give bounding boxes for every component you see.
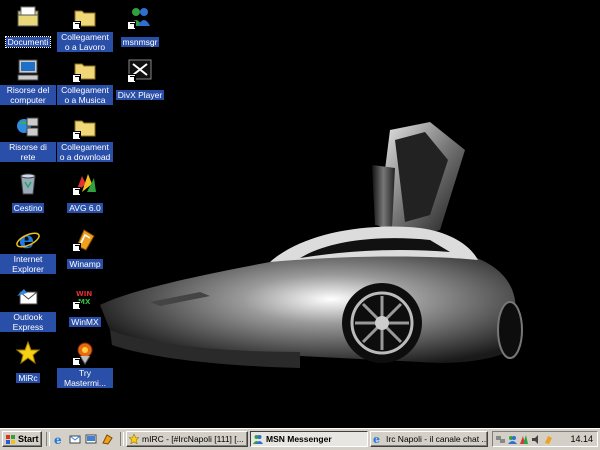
desktop-icon-collegamento-musica[interactable]: Collegamento a Musica bbox=[57, 57, 113, 108]
desktop-icon-label: Internet Explorer bbox=[0, 254, 56, 274]
shortcut-arrow-icon bbox=[72, 187, 81, 196]
desktop-icon-label: AVG 6.0 bbox=[67, 203, 103, 213]
taskbar-button-mirc[interactable]: mIRC - [#IrcNapoli [111] [... bbox=[126, 431, 248, 447]
svg-text:e: e bbox=[54, 433, 62, 445]
internet-explorer-icon: e bbox=[373, 434, 380, 444]
mirc-icon bbox=[129, 434, 139, 444]
task-label: MSN Messenger bbox=[266, 434, 332, 444]
shortcut-arrow-icon bbox=[127, 74, 136, 83]
folder-shortcut-icon bbox=[72, 57, 98, 83]
task-label: mIRC - [#IrcNapoli [111] [... bbox=[142, 434, 244, 444]
taskbar-button-irc-napoli[interactable]: e Irc Napoli - il canale chat ... bbox=[370, 431, 488, 447]
avg-antivirus-icon bbox=[72, 170, 98, 196]
desktop-icon-documenti[interactable]: Documenti bbox=[0, 4, 56, 50]
desktop-icon-label: MiRc bbox=[16, 373, 40, 383]
desktop-icon-label: Risorse del computer bbox=[0, 85, 56, 105]
desktop-icon-label: msnmsgr bbox=[120, 37, 160, 47]
network-tray-icon[interactable] bbox=[496, 435, 505, 444]
winmx-icon: WIN MX bbox=[72, 284, 98, 310]
desktop-icon-label: Winamp bbox=[67, 259, 103, 269]
desktop-icon-label: Try Mastermi... bbox=[57, 368, 113, 388]
msn-messenger-icon bbox=[253, 435, 263, 444]
toolbar-grip[interactable] bbox=[46, 432, 50, 446]
internet-explorer-icon: e bbox=[15, 225, 41, 254]
my-computer-icon bbox=[15, 57, 41, 83]
desktop-icon-label: Risorse di rete bbox=[0, 142, 56, 162]
svg-text:WIN: WIN bbox=[76, 290, 92, 298]
shortcut-arrow-icon bbox=[72, 21, 81, 30]
winamp-icon bbox=[72, 226, 98, 252]
system-tray: 14.14 bbox=[492, 431, 598, 447]
volume-tray-icon[interactable] bbox=[532, 434, 541, 444]
shortcut-arrow-icon bbox=[72, 301, 81, 310]
recycle-bin-icon bbox=[15, 170, 41, 196]
avg-tray-icon[interactable] bbox=[520, 434, 529, 444]
shortcut-arrow-icon bbox=[72, 357, 81, 366]
desktop-icon-try-mastermind[interactable]: Try Mastermi... bbox=[57, 340, 113, 391]
mastermind-icon bbox=[72, 340, 98, 366]
quicklaunch-outlook-express-icon[interactable] bbox=[69, 433, 81, 445]
taskbar-button-msn-messenger[interactable]: MSN Messenger bbox=[250, 431, 368, 447]
desktop-icon-label: Outlook Express bbox=[0, 312, 56, 332]
quicklaunch-show-desktop-icon[interactable] bbox=[85, 433, 97, 445]
desktop-icon-mirc[interactable]: MiRc bbox=[0, 340, 56, 386]
network-places-icon bbox=[15, 114, 41, 140]
desktop-icon-avg[interactable]: AVG 6.0 bbox=[57, 170, 113, 216]
folder-shortcut-icon bbox=[72, 4, 98, 30]
desktop-icon-label: WinMX bbox=[69, 317, 101, 327]
desktop-icon-label: Collegamento a Musica bbox=[57, 85, 113, 105]
desktop[interactable]: Documenti Risorse del computer Risorse d… bbox=[0, 0, 600, 428]
desktop-icon-label: Collegamento a Lavoro bbox=[57, 32, 113, 52]
outlook-express-icon bbox=[15, 284, 41, 310]
shortcut-arrow-icon bbox=[72, 243, 81, 252]
desktop-icon-label: DivX Player bbox=[115, 90, 165, 100]
desktop-icon-label: Cestino bbox=[11, 203, 45, 213]
shortcut-arrow-icon bbox=[72, 74, 81, 83]
desktop-icon-winmx[interactable]: WIN MX WinMX bbox=[57, 284, 113, 330]
clock[interactable]: 14.14 bbox=[570, 434, 593, 444]
taskbar: Start e mIRC - [#IrcNapoli [111] [... MS… bbox=[0, 428, 600, 450]
divx-player-icon bbox=[127, 57, 153, 83]
desktop-icon-internet-explorer[interactable]: e Internet Explorer bbox=[0, 225, 56, 277]
desktop-icon-risorse-di-rete[interactable]: Risorse di rete bbox=[0, 114, 56, 165]
my-documents-icon bbox=[15, 4, 41, 30]
msn-messenger-icon bbox=[127, 4, 153, 30]
desktop-icon-cestino[interactable]: Cestino bbox=[0, 170, 56, 216]
windows-logo-icon bbox=[6, 434, 16, 444]
desktop-icon-winamp[interactable]: Winamp bbox=[57, 226, 113, 272]
desktop-icon-label: Documenti bbox=[4, 36, 52, 48]
shortcut-arrow-icon bbox=[72, 131, 81, 140]
shortcut-arrow-icon bbox=[127, 21, 136, 30]
quicklaunch-internet-explorer-icon[interactable]: e bbox=[53, 433, 65, 445]
toolbar-grip[interactable] bbox=[120, 432, 124, 446]
start-label: Start bbox=[18, 434, 39, 444]
quicklaunch-winamp-icon[interactable] bbox=[101, 433, 113, 445]
desktop-icon-outlook-express[interactable]: Outlook Express bbox=[0, 284, 56, 335]
desktop-icon-msnmsgr[interactable]: msnmsgr bbox=[112, 4, 168, 50]
task-label: Irc Napoli - il canale chat ... bbox=[386, 434, 488, 444]
desktop-icon-risorse-del-computer[interactable]: Risorse del computer bbox=[0, 57, 56, 108]
start-button[interactable]: Start bbox=[2, 431, 42, 447]
folder-shortcut-icon bbox=[72, 114, 98, 140]
mirc-icon bbox=[15, 340, 41, 366]
svg-text:e: e bbox=[373, 434, 380, 444]
desktop-icon-collegamento-download[interactable]: Collegamento a download bbox=[57, 114, 113, 165]
desktop-icon-divx-player[interactable]: DivX Player bbox=[112, 57, 168, 103]
winamp-tray-icon[interactable] bbox=[544, 435, 553, 444]
msn-tray-icon[interactable] bbox=[508, 435, 517, 444]
desktop-icon-collegamento-lavoro[interactable]: Collegamento a Lavoro bbox=[57, 4, 113, 55]
desktop-icon-label: Collegamento a download bbox=[57, 142, 113, 162]
